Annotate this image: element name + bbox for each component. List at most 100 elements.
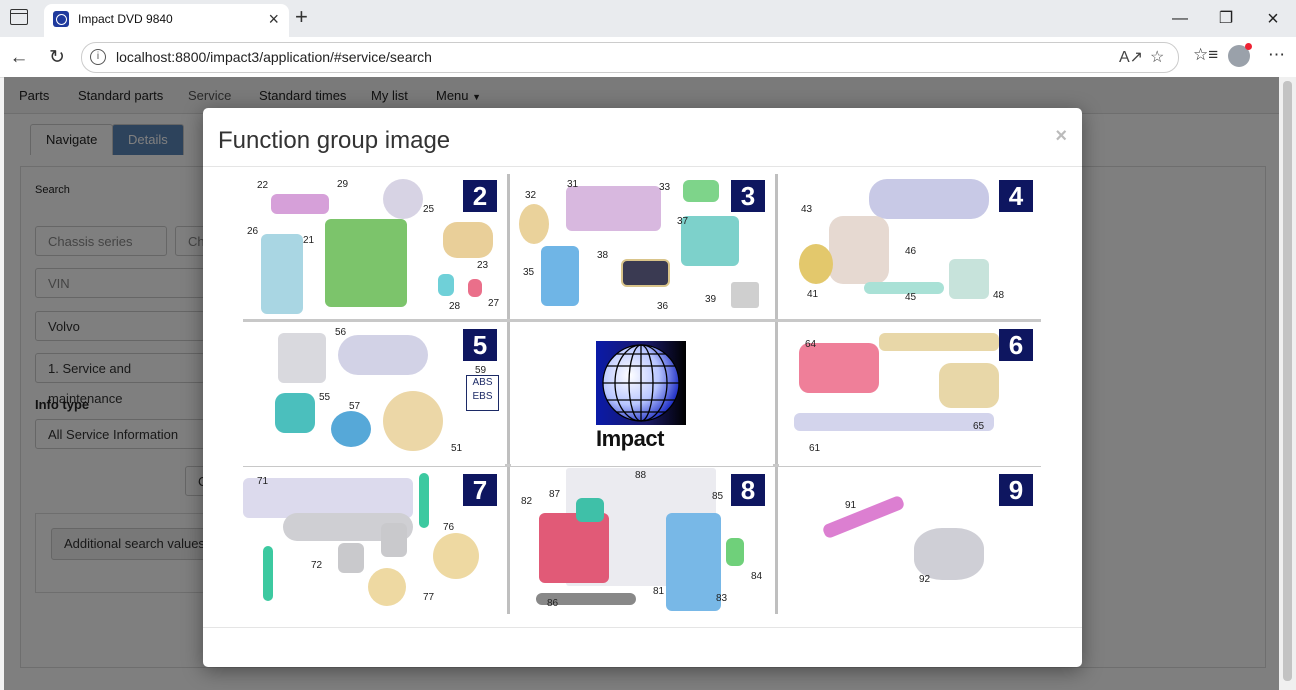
- callout-25: 25: [423, 204, 435, 215]
- air-compressor-illustration: [278, 333, 326, 383]
- abs-text: ABS: [472, 377, 493, 388]
- transfer-case-illustration: [949, 259, 989, 299]
- turbo-illustration: [383, 179, 423, 219]
- callout-22: 22: [257, 180, 269, 191]
- light-unit-illustration: [576, 498, 604, 522]
- group-number-badge: 9: [999, 474, 1033, 506]
- callout-87: 87: [549, 489, 561, 500]
- callout-84: 84: [751, 571, 763, 582]
- stabilizer-illustration: [263, 546, 273, 601]
- modal-title: Function group image: [218, 127, 451, 154]
- blower-illustration: [681, 216, 739, 266]
- callout-64: 64: [805, 339, 817, 350]
- grid-separator: [243, 319, 1041, 322]
- callout-37: 37: [677, 216, 689, 227]
- hvac-unit-illustration: [541, 246, 579, 306]
- brake-chamber-illustration: [331, 411, 371, 447]
- window-close-icon[interactable]: ×: [1253, 6, 1293, 32]
- more-menu-icon[interactable]: ⋯: [1268, 45, 1285, 65]
- ebs-text: EBS: [472, 391, 493, 402]
- group-cell-2[interactable]: 22 29 25 26 21 23 28 27 2: [243, 174, 505, 317]
- callout-85: 85: [712, 491, 724, 502]
- callout-33: 33: [659, 182, 671, 193]
- impact-logo-cell: Impact: [511, 323, 773, 466]
- wheel-illustration: [433, 533, 479, 579]
- filter-illustration: [438, 274, 454, 296]
- callout-57: 57: [349, 401, 361, 412]
- favorite-star-icon[interactable]: ☆: [1150, 47, 1164, 67]
- favorites-icon[interactable]: ☆≡: [1193, 45, 1218, 65]
- callout-35: 35: [523, 267, 535, 278]
- read-aloud-icon[interactable]: A↗: [1119, 47, 1143, 67]
- piping-illustration: [271, 194, 329, 214]
- group-cell-7[interactable]: 71 76 72 77 7: [243, 468, 505, 611]
- hydraulic-cylinder-illustration: [821, 494, 906, 540]
- axle-illustration: [869, 179, 989, 219]
- air-spring-illustration: [381, 523, 407, 557]
- url-text: localhost:8800/impact3/application/#serv…: [116, 49, 432, 65]
- callout-72: 72: [311, 560, 323, 571]
- group-cell-4[interactable]: 43 46 41 45 48 4: [779, 174, 1041, 317]
- heater-core-illustration: [566, 186, 661, 231]
- modal-header: Function group image ×: [203, 108, 1082, 167]
- callout-65: 65: [973, 421, 985, 432]
- group-number-badge: 3: [731, 180, 765, 212]
- shock-absorber-illustration: [419, 473, 429, 528]
- group-cell-8[interactable]: 88 82 87 85 84 86 81 83 8: [511, 468, 773, 611]
- modal-close-icon[interactable]: ×: [1055, 125, 1067, 148]
- function-group-modal: Function group image × 22 29 25 26 21 23…: [203, 108, 1082, 667]
- suspension-arm-illustration: [879, 333, 999, 351]
- air-tanks-illustration: [338, 335, 428, 375]
- callout-43: 43: [801, 204, 813, 215]
- page-scrollbar[interactable]: [1279, 77, 1296, 690]
- steering-gear-illustration: [799, 343, 879, 393]
- ecu-illustration: [731, 282, 759, 308]
- impact-logo-text: Impact: [596, 426, 664, 451]
- callout-45: 45: [905, 292, 917, 303]
- callout-21: 21: [303, 235, 315, 246]
- group-number-badge: 4: [999, 180, 1033, 212]
- grid-separator: [775, 174, 778, 614]
- callout-36: 36: [657, 301, 669, 312]
- reload-icon[interactable]: ↻: [44, 45, 70, 71]
- site-info-icon[interactable]: i: [90, 49, 106, 65]
- callout-26: 26: [247, 226, 259, 237]
- group-cell-3[interactable]: 32 31 33 37 35 38 36 39 3: [511, 174, 773, 317]
- restore-icon[interactable]: ❐: [1206, 6, 1246, 32]
- globe-logo-icon: [596, 341, 686, 425]
- callout-86: 86: [547, 598, 559, 609]
- new-tab-icon[interactable]: +: [295, 4, 308, 30]
- group-number-badge: 2: [463, 180, 497, 212]
- minimize-icon[interactable]: —: [1160, 6, 1200, 32]
- grid-separator: [507, 174, 510, 614]
- scrollbar-thumb[interactable]: [1283, 81, 1292, 681]
- group-cell-5[interactable]: 56 59 55 57 51 ABS EBS 5: [243, 323, 505, 466]
- group-number-badge: 7: [463, 474, 497, 506]
- callout-77: 77: [423, 592, 435, 603]
- callout-83: 83: [716, 593, 728, 604]
- compressor-illustration: [519, 204, 549, 244]
- sidebar-toggle-icon[interactable]: [10, 9, 28, 25]
- back-icon[interactable]: ←: [6, 45, 32, 71]
- browser-tab[interactable]: Impact DVD 9840 ×: [44, 4, 289, 37]
- group-cell-6[interactable]: 64 65 61 6: [779, 323, 1041, 466]
- callout-56: 56: [335, 327, 347, 338]
- gearbox-illustration: [829, 216, 889, 284]
- frame-illustration: [243, 478, 413, 518]
- callout-28: 28: [449, 301, 461, 312]
- radiator-illustration: [261, 234, 303, 314]
- callout-31: 31: [567, 179, 579, 190]
- group-number-badge: 8: [731, 474, 765, 506]
- front-axle-illustration: [794, 413, 994, 431]
- profile-avatar[interactable]: [1228, 43, 1252, 67]
- callout-88: 88: [635, 470, 647, 481]
- group-cell-9[interactable]: 91 92 9: [779, 468, 1041, 611]
- valve-unit-illustration: [275, 393, 315, 433]
- engine-illustration: [325, 219, 407, 307]
- callout-61: 61: [809, 443, 821, 454]
- callout-38: 38: [597, 250, 609, 261]
- brake-disc-illustration: [383, 391, 443, 451]
- tab-close-icon[interactable]: ×: [268, 9, 279, 30]
- callout-32: 32: [525, 190, 537, 201]
- url-field[interactable]: i localhost:8800/impact3/application/#se…: [81, 42, 1179, 73]
